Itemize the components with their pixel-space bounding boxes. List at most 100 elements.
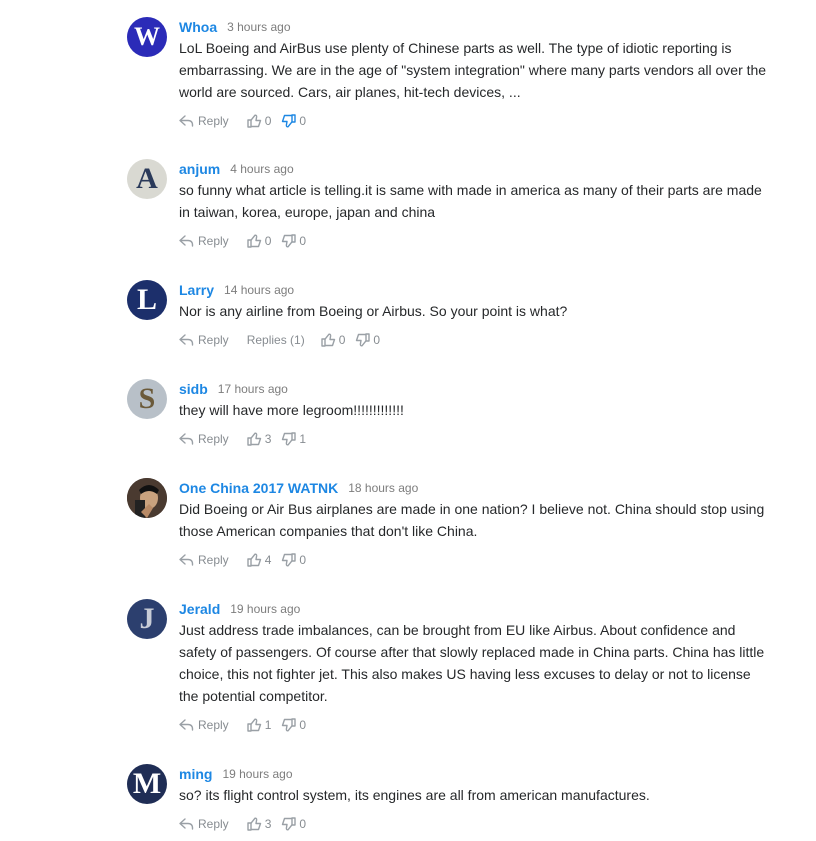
comment-author[interactable]: ming bbox=[179, 766, 212, 782]
comment-author[interactable]: One China 2017 WATNK bbox=[179, 480, 338, 496]
avatar[interactable] bbox=[127, 478, 167, 518]
reply-label: Reply bbox=[198, 234, 229, 248]
dislike-button[interactable]: 0 bbox=[281, 817, 306, 831]
reply-button[interactable]: Reply bbox=[179, 817, 229, 831]
comment-timestamp: 19 hours ago bbox=[222, 767, 293, 781]
thumbs-down-icon bbox=[355, 333, 373, 347]
comment-actions: Reply 0 0 bbox=[179, 110, 769, 132]
reply-label: Reply bbox=[198, 553, 229, 567]
comment-author[interactable]: anjum bbox=[179, 161, 220, 177]
comment-body: sidb 17 hours ago they will have more legr… bbox=[179, 379, 769, 450]
comment-body: Jerald 19 hours ago Just address trade imb… bbox=[179, 599, 769, 736]
reply-button[interactable]: Reply bbox=[179, 718, 229, 732]
reply-icon bbox=[179, 818, 198, 830]
dislike-button[interactable]: 0 bbox=[355, 333, 380, 347]
thumbs-up-icon bbox=[246, 553, 265, 567]
comment-timestamp: 18 hours ago bbox=[348, 481, 419, 495]
comment-header: Jerald 19 hours ago bbox=[179, 599, 769, 619]
comment-body: ming 19 hours ago so? its flight control s… bbox=[179, 764, 769, 835]
reply-icon bbox=[179, 719, 198, 731]
thumbs-up-icon bbox=[246, 114, 265, 128]
like-count: 3 bbox=[264, 817, 272, 831]
comment-text: Nor is any airline from Boeing or Airbus… bbox=[179, 303, 568, 319]
like-count: 0 bbox=[264, 114, 272, 128]
reply-icon bbox=[179, 554, 198, 566]
comment-actions: Reply Replies (1) 0 0 bbox=[179, 329, 769, 351]
dislike-count: 0 bbox=[299, 553, 307, 567]
like-button[interactable]: 0 bbox=[321, 333, 346, 347]
comment-timestamp: 3 hours ago bbox=[227, 20, 291, 34]
comment-timestamp: 4 hours ago bbox=[230, 162, 294, 176]
dislike-count: 0 bbox=[299, 817, 307, 831]
comment-text: Just address trade imbalances, can be br… bbox=[179, 622, 765, 704]
dislike-count: 0 bbox=[299, 718, 307, 732]
comment-header: anjum 4 hours ago bbox=[179, 159, 769, 179]
like-button[interactable]: 1 bbox=[246, 718, 272, 732]
thumbs-down-icon bbox=[281, 432, 299, 446]
thumbs-down-icon bbox=[281, 718, 299, 732]
comment-text: they will have more legroom!!!!!!!!!!!!! bbox=[179, 402, 404, 418]
comment-text: so? its flight control system, its engin… bbox=[179, 787, 650, 803]
comment-text: LoL Boeing and AirBus use plenty of Chin… bbox=[179, 40, 767, 100]
like-button[interactable]: 4 bbox=[246, 553, 272, 567]
like-count: 0 bbox=[338, 333, 346, 347]
comment-header: Whoa 3 hours ago bbox=[179, 17, 769, 37]
reply-label: Reply bbox=[198, 333, 229, 347]
avatar[interactable]: A bbox=[127, 159, 167, 199]
thumbs-down-icon bbox=[281, 234, 299, 248]
avatar[interactable]: M bbox=[127, 764, 167, 804]
comment-header: sidb 17 hours ago bbox=[179, 379, 769, 399]
comment-body: anjum 4 hours ago so funny what article is… bbox=[179, 159, 769, 252]
like-count: 4 bbox=[264, 553, 272, 567]
comment-author[interactable]: Larry bbox=[179, 282, 214, 298]
reply-button[interactable]: Reply bbox=[179, 114, 229, 128]
thumbs-up-icon bbox=[321, 333, 339, 347]
dislike-button[interactable]: 0 bbox=[281, 234, 306, 248]
like-button[interactable]: 0 bbox=[246, 114, 272, 128]
dislike-count: 1 bbox=[299, 432, 307, 446]
comment-author[interactable]: Jerald bbox=[179, 601, 220, 617]
comment-text: so funny what article is telling.it is s… bbox=[179, 182, 762, 220]
thumbs-down-icon bbox=[281, 553, 299, 567]
comment-actions: Reply 4 0 bbox=[179, 549, 769, 571]
avatar[interactable]: W bbox=[127, 17, 167, 57]
thumbs-up-icon bbox=[246, 234, 265, 248]
comment-author[interactable]: Whoa bbox=[179, 19, 217, 35]
comment-header: ming 19 hours ago bbox=[179, 764, 769, 784]
comment-timestamp: 17 hours ago bbox=[217, 382, 288, 396]
comment-author[interactable]: sidb bbox=[179, 381, 208, 397]
reply-icon bbox=[179, 115, 198, 127]
reply-label: Reply bbox=[198, 114, 229, 128]
thumbs-up-icon bbox=[246, 432, 265, 446]
comment-header: One China 2017 WATNK 18 hours ago bbox=[179, 478, 769, 498]
reply-button[interactable]: Reply bbox=[179, 333, 229, 347]
replies-link[interactable]: Replies (1) bbox=[247, 333, 305, 347]
reply-icon bbox=[179, 433, 198, 445]
dislike-button[interactable]: 0 bbox=[281, 553, 306, 567]
like-button[interactable]: 3 bbox=[246, 817, 272, 831]
like-button[interactable]: 0 bbox=[246, 234, 271, 248]
thumbs-down-icon bbox=[281, 817, 299, 831]
comment-timestamp: 19 hours ago bbox=[230, 602, 301, 616]
dislike-button[interactable]: 0 bbox=[281, 718, 306, 732]
reply-label: Reply bbox=[198, 432, 229, 446]
dislike-button[interactable]: 0 bbox=[281, 114, 306, 128]
comment-body: Whoa 3 hours ago LoL Boeing and AirBus use… bbox=[179, 17, 769, 132]
like-count: 1 bbox=[264, 718, 272, 732]
dislike-count: 0 bbox=[373, 333, 381, 347]
dislike-count: 0 bbox=[299, 234, 307, 248]
avatar[interactable]: L bbox=[127, 280, 167, 320]
reply-icon bbox=[179, 235, 198, 247]
reply-button[interactable]: Reply bbox=[179, 432, 229, 446]
avatar[interactable]: J bbox=[127, 599, 167, 639]
avatar[interactable]: S bbox=[127, 379, 167, 419]
comment-actions: Reply 1 0 bbox=[179, 714, 769, 736]
thumbs-up-icon bbox=[246, 718, 265, 732]
comment-header: Larry 14 hours ago bbox=[179, 280, 769, 300]
dislike-button[interactable]: 1 bbox=[281, 432, 306, 446]
dislike-count: 0 bbox=[299, 114, 307, 128]
reply-button[interactable]: Reply bbox=[179, 553, 229, 567]
thumbs-down-icon bbox=[281, 114, 299, 128]
reply-button[interactable]: Reply bbox=[179, 234, 229, 248]
like-button[interactable]: 3 bbox=[246, 432, 271, 446]
